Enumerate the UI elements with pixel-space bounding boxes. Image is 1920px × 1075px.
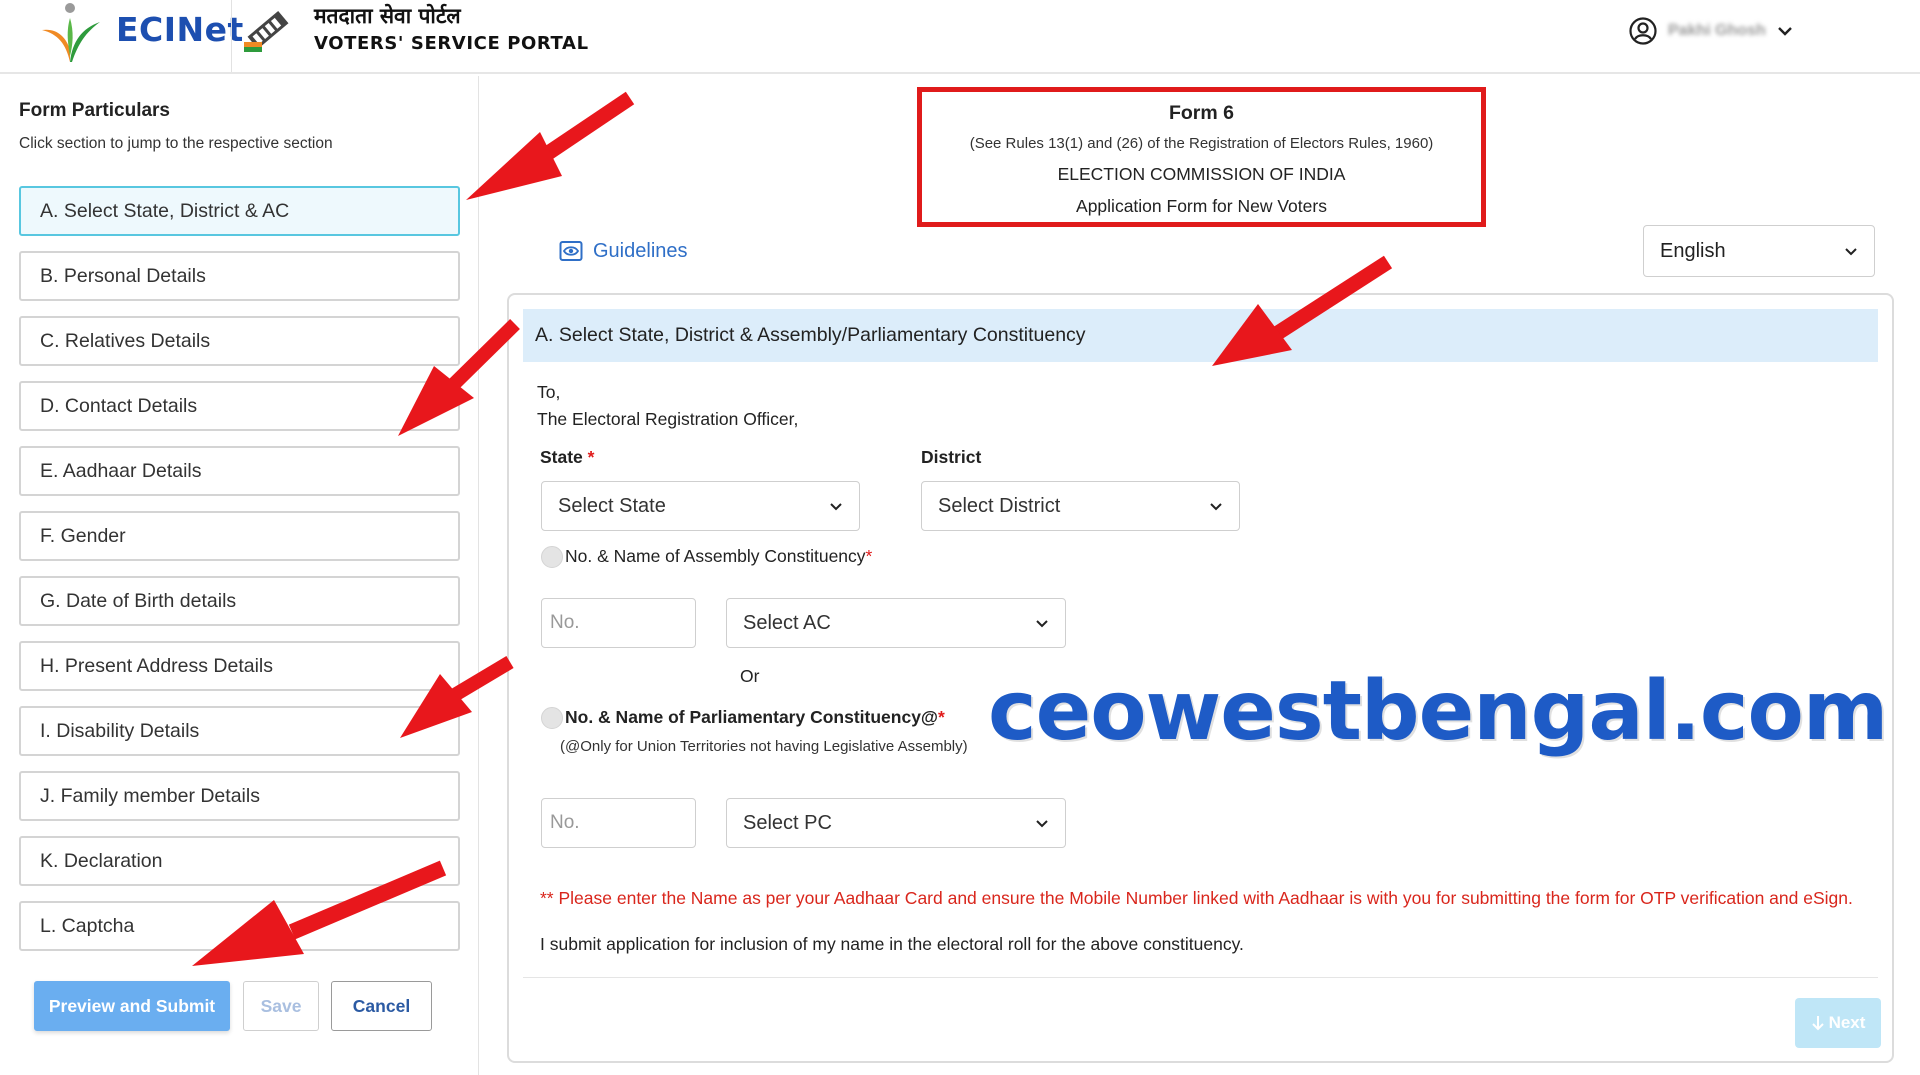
sidebar-item-label: A. Select State, District & AC [40,199,290,222]
ac-number-input[interactable]: No. [541,598,696,648]
arrow-down-icon [1811,1016,1824,1031]
watermark-text: ceowestbengal.com [988,664,1888,759]
user-menu[interactable]: Pakhi Ghosh [1628,14,1794,48]
sidebar-item-gender[interactable]: F. Gender [19,511,460,561]
preview-and-submit-button[interactable]: Preview and Submit [34,981,230,1031]
ac-select[interactable]: Select AC [726,598,1066,648]
pc-number-input[interactable]: No. [541,798,696,848]
sidebar-subtitle: Click section to jump to the respective … [19,135,333,152]
header-divider [231,0,232,72]
chevron-down-icon [1845,248,1857,256]
user-name: Pakhi Ghosh [1668,22,1766,39]
sidebar-title: Form Particulars [19,100,170,121]
sidebar-item-declaration[interactable]: K. Declaration [19,836,460,886]
sidebar-item-aadhaar-details[interactable]: E. Aadhaar Details [19,446,460,496]
save-button[interactable]: Save [243,981,319,1031]
sidebar-item-label: I. Disability Details [40,719,200,742]
next-label: Next [1828,1013,1866,1032]
chevron-down-icon [1777,27,1792,36]
state-label: State * [540,447,595,467]
pc-select-value: Select PC [743,811,832,834]
form-rules: (See Rules 13(1) and (26) of the Registr… [969,135,1434,152]
district-select-value: Select District [938,494,1061,517]
sidebar-item-label: D. Contact Details [40,394,198,417]
guidelines-label: Guidelines [593,239,688,262]
commission-name: ELECTION COMMISSION OF INDIA [1057,164,1346,184]
chevron-down-icon [1210,503,1222,511]
address-to: To, [537,382,561,402]
sidebar-item-label: G. Date of Birth details [40,589,237,612]
language-value: English [1660,239,1726,262]
ecinet-logo-icon [42,3,100,62]
sidebar-item-label: E. Aadhaar Details [40,459,202,482]
form-6-header-box: Form 6 (See Rules 13(1) and (26) of the … [917,87,1486,227]
form-particulars-sidebar: Form Particulars Click section to jump t… [0,76,479,1075]
sidebar-item-label: F. Gender [40,524,126,547]
assembly-constituency-radio[interactable] [541,546,563,568]
parliamentary-constituency-label: No. & Name of Parliamentary Constituency… [565,707,945,727]
sidebar-item-label: L. Captcha [40,914,135,937]
sidebar-item-contact-details[interactable]: D. Contact Details [19,381,460,431]
district-select[interactable]: Select District [921,481,1240,531]
cancel-button[interactable]: Cancel [331,981,432,1031]
assembly-constituency-label: No. & Name of Assembly Constituency* [565,546,873,566]
state-select-value: Select State [558,494,666,517]
chevron-down-icon [1036,820,1048,828]
address-officer: The Electoral Registration Officer, [537,409,799,429]
application-title: Application Form for New Voters [1076,196,1327,216]
portal-title-hindi: मतदाता सेवा पोर्टल [314,4,461,28]
chevron-down-icon [830,503,842,511]
sidebar-item-personal-details[interactable]: B. Personal Details [19,251,460,301]
pc-select[interactable]: Select PC [726,798,1066,848]
sidebar-item-label: H. Present Address Details [40,654,274,677]
submit-statement: I submit application for inclusion of my… [540,934,1244,954]
sidebar-item-disability-details[interactable]: I. Disability Details [19,706,460,756]
language-select[interactable]: English [1643,225,1875,277]
chevron-down-icon [1036,620,1048,628]
sidebar-item-captcha[interactable]: L. Captcha [19,901,460,951]
next-button[interactable]: Next [1795,998,1881,1048]
or-separator: Or [740,666,760,686]
arrow-pointer-icon [466,91,635,200]
guidelines-link[interactable]: Guidelines [559,236,688,266]
sidebar-item-label: K. Declaration [40,849,163,872]
user-avatar-icon [1629,17,1657,45]
sidebar-item-family-member[interactable]: J. Family member Details [19,771,460,821]
sidebar-item-label: B. Personal Details [40,264,206,287]
form-title: Form 6 [1168,102,1234,124]
brand-name: ECINet [116,10,244,49]
ac-select-value: Select AC [743,611,831,634]
eci-emblem-icon [244,11,289,52]
district-label: District [921,447,982,467]
sidebar-item-relatives-details[interactable]: C. Relatives Details [19,316,460,366]
pc-note: (@Only for Union Territories not having … [560,738,968,755]
state-select[interactable]: Select State [541,481,860,531]
section-a-heading: A. Select State, District & Assembly/Par… [523,309,1878,362]
sidebar-item-select-state[interactable]: A. Select State, District & AC [19,186,460,236]
eye-icon [559,241,583,261]
sidebar-item-date-of-birth[interactable]: G. Date of Birth details [19,576,460,626]
top-header: ECINet मतदाता सेवा पोर्टल VOTERS' SERVIC… [0,0,1920,74]
sidebar-item-label: C. Relatives Details [40,329,211,352]
card-divider [523,977,1878,978]
sidebar-item-present-address[interactable]: H. Present Address Details [19,641,460,691]
sidebar-item-label: J. Family member Details [40,784,260,807]
aadhaar-warning: ** Please enter the Name as per your Aad… [540,888,1853,908]
parliamentary-constituency-radio[interactable] [541,707,563,729]
portal-title-english: VOTERS' SERVICE PORTAL [314,33,589,54]
